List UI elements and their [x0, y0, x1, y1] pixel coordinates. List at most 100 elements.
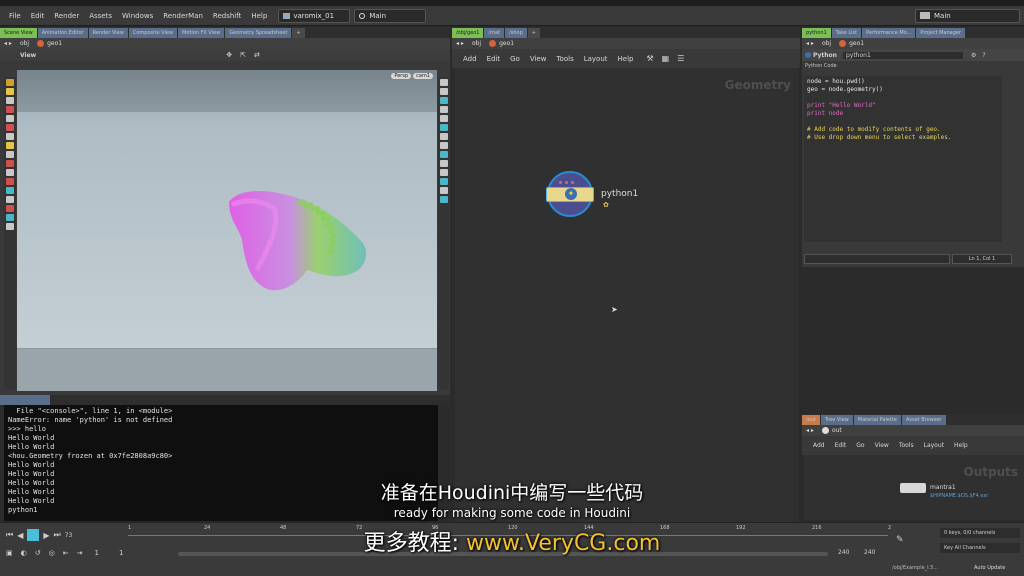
tool-icon-6[interactable] — [6, 124, 14, 131]
param-help-icon[interactable]: ? — [982, 52, 985, 59]
out-menu-layout[interactable]: Layout — [919, 436, 949, 456]
display-icon-4[interactable] — [439, 106, 448, 113]
3d-viewport[interactable]: Persp cam1 — [17, 70, 437, 391]
code-search-field[interactable] — [804, 254, 950, 264]
display-icon-7[interactable] — [439, 133, 448, 140]
tool-icon-13[interactable] — [6, 187, 14, 194]
add-tab-button[interactable]: + — [292, 28, 305, 38]
out-back-arrow-icon[interactable]: ◂ ▸ — [806, 427, 814, 434]
tool-icon-15[interactable] — [6, 205, 14, 212]
tool-icon-7[interactable] — [6, 133, 14, 140]
out-path[interactable]: out — [832, 427, 842, 434]
menu-render[interactable]: Render — [49, 6, 84, 26]
display-icon-8[interactable] — [439, 142, 448, 149]
tab-scene-view[interactable]: Scene View — [0, 28, 37, 38]
network-editor[interactable]: Geometry ✦ python1 ✿ ➤ — [455, 68, 799, 522]
tool-icon-14[interactable] — [6, 196, 14, 203]
tool-icon-10[interactable] — [6, 160, 14, 167]
menu-file[interactable]: File — [4, 6, 26, 26]
right-context-selector[interactable]: Main — [915, 8, 1020, 23]
network-list-icon[interactable]: ☰ — [677, 54, 684, 63]
tab-geometry-spreadsheet[interactable]: Geometry Spreadsheet — [225, 28, 292, 38]
tab-shop[interactable]: /shop — [505, 28, 527, 38]
network-path-obj[interactable]: obj — [472, 40, 481, 47]
path-obj[interactable]: obj — [20, 40, 29, 47]
path-geo1[interactable]: geo1 — [47, 40, 62, 47]
tab-render-view[interactable]: Render View — [88, 28, 128, 38]
tab-python1[interactable]: python1 — [802, 28, 831, 38]
tab-python-shell[interactable] — [0, 395, 50, 405]
tool-icon-17[interactable] — [6, 223, 14, 230]
tab-performance-monitor[interactable]: Performance Mo... — [862, 28, 916, 38]
tab-animation-editor[interactable]: Animation Editor — [37, 28, 88, 38]
tab-obj-geo1[interactable]: /obj/geo1 — [452, 28, 484, 38]
tool-icon-8[interactable] — [6, 142, 14, 149]
network-menu-tools[interactable]: Tools — [551, 49, 578, 69]
out-menu-help[interactable]: Help — [949, 436, 973, 456]
display-icon-11[interactable] — [439, 169, 448, 176]
display-icon-12[interactable] — [439, 178, 448, 185]
tab-motion-fx-view[interactable]: Motion FX View — [178, 28, 225, 38]
param-gear-icon[interactable]: ⚙ — [971, 52, 976, 59]
network-grid-icon[interactable]: ▦ — [662, 54, 670, 63]
out-menu-view[interactable]: View — [870, 436, 894, 456]
tab-tree-view[interactable]: Tree View — [820, 415, 853, 425]
desktop-selector[interactable]: varomix_01 — [278, 8, 351, 23]
transform-tool-icon[interactable]: ⇄ — [254, 51, 260, 59]
network-menu-edit[interactable]: Edit — [482, 49, 506, 69]
network-path-geo1[interactable]: geo1 — [499, 40, 514, 47]
menu-edit[interactable]: Edit — [26, 6, 50, 26]
tool-icon-4[interactable] — [6, 106, 14, 113]
tool-icon-1[interactable] — [6, 79, 14, 86]
tool-icon-2[interactable] — [6, 88, 14, 95]
display-icon-13[interactable] — [439, 187, 448, 194]
out-menu-add[interactable]: Add — [808, 436, 830, 456]
network-menu-add[interactable]: Add — [458, 49, 482, 69]
back-arrow-icon[interactable]: ◂ ▸ — [4, 40, 12, 47]
tool-icon-11[interactable] — [6, 169, 14, 176]
python-node[interactable]: ✦ — [546, 171, 594, 217]
tool-icon-5[interactable] — [6, 115, 14, 122]
menu-windows[interactable]: Windows — [117, 6, 158, 26]
param-back-arrow-icon[interactable]: ◂ ▸ — [806, 40, 814, 47]
network-wrench-icon[interactable]: ⚒ — [646, 54, 653, 63]
display-icon-1[interactable] — [439, 79, 448, 86]
tab-out[interactable]: /out — [802, 415, 820, 425]
tab-asset-browser[interactable]: Asset Browser — [901, 415, 946, 425]
display-icon-14[interactable] — [439, 196, 448, 203]
display-icon-5[interactable] — [439, 115, 448, 122]
tab-mat[interactable]: /mat — [484, 28, 505, 38]
param-path-geo1[interactable]: geo1 — [849, 40, 864, 47]
context-selector[interactable]: Main — [354, 8, 427, 23]
add-network-tab-button[interactable]: + — [527, 28, 540, 38]
tab-material-palette[interactable]: Material Palette — [853, 415, 901, 425]
display-icon-6[interactable] — [439, 124, 448, 131]
tool-icon-16[interactable] — [6, 214, 14, 221]
param-node-name[interactable]: python1 — [842, 51, 963, 59]
menu-assets[interactable]: Assets — [84, 6, 117, 26]
tab-project-manager[interactable]: Project Manager — [916, 28, 966, 38]
out-menu-tools[interactable]: Tools — [894, 436, 919, 456]
network-menu-view[interactable]: View — [525, 49, 552, 69]
network-back-arrow-icon[interactable]: ◂ ▸ — [456, 40, 464, 47]
menu-redshift[interactable]: Redshift — [208, 6, 246, 26]
auto-update-button[interactable]: Auto Update — [974, 565, 1005, 571]
tool-icon-9[interactable] — [6, 151, 14, 158]
display-icon-9[interactable] — [439, 151, 448, 158]
python-code-editor[interactable]: node = hou.pwd() geo = node.geometry() pr… — [804, 76, 1002, 242]
network-menu-help[interactable]: Help — [613, 49, 639, 69]
display-icon-3[interactable] — [439, 97, 448, 104]
display-icon-2[interactable] — [439, 88, 448, 95]
tab-take-list[interactable]: Take List — [831, 28, 862, 38]
menu-renderman[interactable]: RenderMan — [158, 6, 208, 26]
network-menu-go[interactable]: Go — [505, 49, 525, 69]
select-tool-icon[interactable]: ⇱ — [240, 51, 246, 59]
tool-icon-12[interactable] — [6, 178, 14, 185]
display-icon-10[interactable] — [439, 160, 448, 167]
network-menu-layout[interactable]: Layout — [579, 49, 613, 69]
menu-help[interactable]: Help — [246, 6, 272, 26]
tool-icon-3[interactable] — [6, 97, 14, 104]
tab-composite-view[interactable]: Composite View — [128, 28, 177, 38]
param-path-obj[interactable]: obj — [822, 40, 831, 47]
out-menu-edit[interactable]: Edit — [830, 436, 852, 456]
